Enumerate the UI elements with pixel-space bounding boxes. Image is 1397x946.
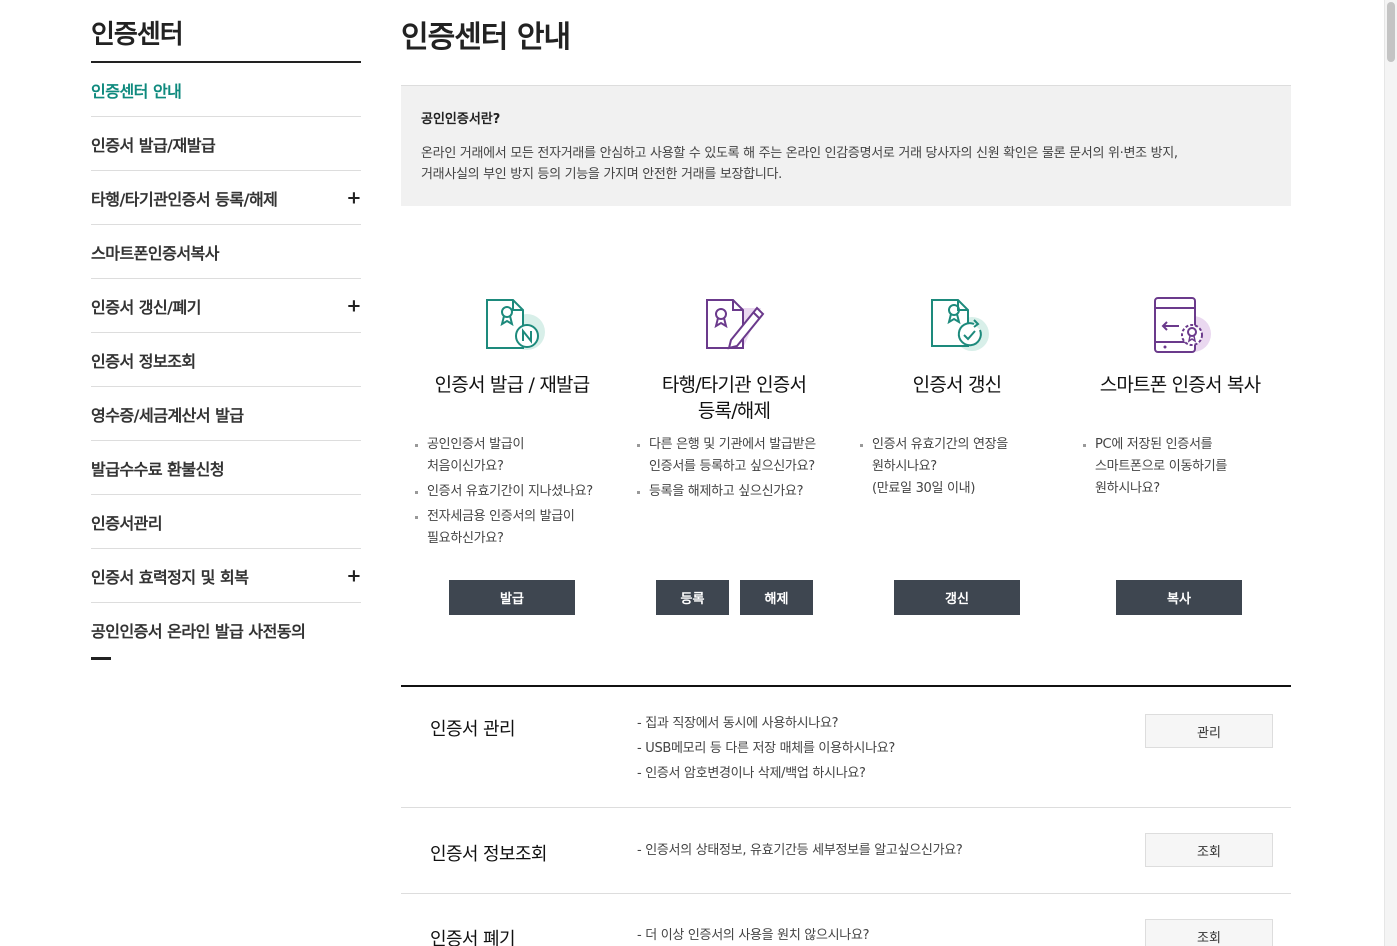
sidebar-item-other-bank-register[interactable]: 타행/타기관인증서 등록/해제 + — [91, 171, 361, 225]
list-item: - 더 이상 인증서의 사용을 원치 않으시나요? — [637, 928, 870, 943]
inquiry-button[interactable]: 조회 — [1145, 833, 1273, 867]
expand-plus-icon[interactable]: + — [346, 565, 361, 586]
service-list: 인증서 관리 - 집과 직장에서 동시에 사용하시나요? - USB메모리 등 … — [401, 685, 1291, 946]
row-lines: - 인증서의 상태정보, 유효기간등 세부정보를 알고싶으신가요? — [637, 838, 963, 863]
list-item: 전자세금용 인증서의 발급이 — [415, 506, 623, 528]
list-item: 원하시나요? — [872, 459, 937, 474]
card-title-line: 인증서 발급 / 재발급 — [434, 374, 591, 396]
sidebar-item-label: 공인인증서 온라인 발급 사전동의 — [91, 622, 306, 641]
info-desc-line: 거래사실의 부인 방지 등의 기능을 가지며 안전한 거래를 보장합니다. — [421, 167, 782, 182]
manage-button[interactable]: 관리 — [1145, 714, 1273, 748]
expand-plus-icon[interactable]: + — [346, 295, 361, 316]
row-lines: - 더 이상 인증서의 사용을 원치 않으시나요? — [637, 923, 870, 946]
list-item: 스마트폰으로 이동하기를 — [1095, 459, 1228, 474]
sidebar-item-receipt[interactable]: 영수증/세금계산서 발급 — [91, 387, 361, 441]
row-lines: - 집과 직장에서 동시에 사용하시나요? - USB메모리 등 다른 저장 매… — [637, 711, 895, 786]
list-item: (만료일 30일 이내) — [872, 481, 976, 496]
sidebar-item-prior-consent[interactable]: 공인인증서 온라인 발급 사전동의 — [91, 603, 361, 657]
list-item: 등록을 해제하고 싶으신가요? — [637, 481, 845, 503]
certificate-new-icon — [477, 290, 547, 360]
card-renew: 인증서 갱신 인증서 유효기간의 연장을 원하시나요? (만료일 30일 이내)… — [846, 290, 1068, 615]
row-title: 인증서 폐기 — [430, 929, 516, 946]
scrollbar-thumb[interactable] — [1387, 2, 1395, 62]
issue-button[interactable]: 발급 — [449, 580, 575, 615]
sidebar-item-suspend-recover[interactable]: 인증서 효력정지 및 회복 + — [91, 549, 361, 603]
list-item: 다른 은행 및 기관에서 발급받은 — [637, 434, 845, 456]
vertical-scrollbar[interactable] — [1384, 0, 1397, 946]
expand-plus-icon[interactable]: + — [346, 187, 361, 208]
register-button[interactable]: 등록 — [656, 580, 729, 615]
list-item: PC에 저장된 인증서를 — [1083, 434, 1291, 456]
card-bullet-list: 공인인증서 발급이 처음이신가요? 인증서 유효기간이 지나셨나요? 전자세금용… — [401, 434, 623, 550]
unregister-button[interactable]: 해제 — [740, 580, 813, 615]
row-revoke: 인증서 폐기 - 더 이상 인증서의 사용을 원치 않으시나요? 조회 — [401, 894, 1291, 946]
sidebar-item-refund[interactable]: 발급수수료 환불신청 — [91, 441, 361, 495]
revoke-inquiry-button[interactable]: 조회 — [1145, 919, 1273, 946]
list-item: - 인증서의 상태정보, 유효기간등 세부정보를 알고싶으신가요? — [637, 843, 963, 858]
sidebar-item-label: 영수증/세금계산서 발급 — [91, 405, 244, 425]
card-title: 스마트폰 인증서 복사 — [1069, 372, 1291, 424]
list-item: - 인증서 암호변경이나 삭제/백업 하시나요? — [637, 766, 866, 781]
card-bullet-list: 다른 은행 및 기관에서 발급받은 인증서를 등록하고 싶으신가요? 등록을 해… — [623, 434, 845, 503]
card-title-line: 등록/해제 — [697, 400, 771, 422]
card-title: 인증서 발급 / 재발급 — [401, 372, 623, 424]
list-item: 인증서 유효기간이 지나셨나요? — [415, 481, 623, 503]
service-cards: 인증서 발급 / 재발급 공인인증서 발급이 처음이신가요? 인증서 유효기간이… — [401, 290, 1291, 630]
card-title-line: 스마트폰 인증서 복사 — [1099, 374, 1261, 396]
card-title-line: 인증서 갱신 — [912, 374, 1002, 396]
certificate-renew-icon — [922, 290, 992, 360]
sidebar-item-smartphone-copy[interactable]: 스마트폰인증서복사 — [91, 225, 361, 279]
card-smartphone-copy: 스마트폰 인증서 복사 PC에 저장된 인증서를 스마트폰으로 이동하기를 원하… — [1069, 290, 1291, 615]
sidebar-item-cert-manage[interactable]: 인증서관리 — [91, 495, 361, 549]
list-item: 원하시나요? — [1095, 481, 1160, 496]
smartphone-copy-icon — [1145, 290, 1215, 360]
card-title: 타행/타기관 인증서 등록/해제 — [623, 372, 845, 424]
row-cert-manage: 인증서 관리 - 집과 직장에서 동시에 사용하시나요? - USB메모리 등 … — [401, 687, 1291, 808]
card-title: 인증서 갱신 — [846, 372, 1068, 424]
sidebar-item-label: 스마트폰인증서복사 — [91, 243, 219, 263]
main-content: 인증센터 안내 공인인증서란? 온라인 거래에서 모든 전자거래를 안심하고 사… — [401, 0, 1291, 946]
info-desc-line: 온라인 거래에서 모든 전자거래를 안심하고 사용할 수 있도록 해 주는 온라… — [421, 146, 1178, 161]
info-box: 공인인증서란? 온라인 거래에서 모든 전자거래를 안심하고 사용할 수 있도록… — [401, 85, 1291, 206]
card-issue: 인증서 발급 / 재발급 공인인증서 발급이 처음이신가요? 인증서 유효기간이… — [401, 290, 623, 615]
list-item: 처음이신가요? — [427, 459, 504, 474]
card-bullet-list: PC에 저장된 인증서를 스마트폰으로 이동하기를 원하시나요? — [1069, 434, 1291, 500]
sidebar-item-label: 인증서관리 — [91, 513, 163, 533]
row-title: 인증서 관리 — [430, 719, 516, 740]
sidebar-item-label: 인증서 갱신/폐기 — [91, 297, 201, 317]
sidebar: 인증센터 인증센터 안내 인증서 발급/재발급 타행/타기관인증서 등록/해제 +… — [91, 0, 361, 660]
card-bullet-list: 인증서 유효기간의 연장을 원하시나요? (만료일 30일 이내) — [846, 434, 1068, 500]
list-item: 인증서를 등록하고 싶으신가요? — [649, 459, 815, 474]
list-item: - 집과 직장에서 동시에 사용하시나요? — [637, 716, 839, 731]
sidebar-item-label: 인증서 효력정지 및 회복 — [91, 567, 249, 587]
sidebar-title: 인증센터 — [91, 0, 361, 63]
list-item: 필요하신가요? — [427, 531, 504, 546]
sidebar-end-marker — [91, 657, 111, 660]
renew-button[interactable]: 갱신 — [894, 580, 1020, 615]
info-question: 공인인증서란? — [421, 112, 501, 127]
page-title: 인증센터 안내 — [401, 20, 571, 55]
sidebar-item-label: 타행/타기관인증서 등록/해제 — [91, 189, 278, 209]
certificate-edit-icon — [699, 290, 769, 360]
sidebar-item-cert-center-guide[interactable]: 인증센터 안내 — [91, 63, 361, 117]
sidebar-item-label: 인증서 발급/재발급 — [91, 135, 216, 155]
list-item: 공인인증서 발급이 — [415, 434, 623, 456]
sidebar-item-label: 인증서 정보조회 — [91, 351, 196, 371]
sidebar-item-label: 인증센터 안내 — [91, 81, 182, 101]
card-register: 타행/타기관 인증서 등록/해제 다른 은행 및 기관에서 발급받은 인증서를 … — [623, 290, 845, 615]
card-title-line: 타행/타기관 인증서 — [661, 374, 807, 396]
copy-button[interactable]: 복사 — [1116, 580, 1242, 615]
row-info-inquiry: 인증서 정보조회 - 인증서의 상태정보, 유효기간등 세부정보를 알고싶으신가… — [401, 808, 1291, 894]
row-title: 인증서 정보조회 — [430, 844, 547, 865]
list-item: - USB메모리 등 다른 저장 매체를 이용하시나요? — [637, 741, 895, 756]
sidebar-item-label: 발급수수료 환불신청 — [91, 459, 225, 479]
list-item: 인증서 유효기간의 연장을 — [860, 434, 1068, 456]
sidebar-item-info-inquiry[interactable]: 인증서 정보조회 — [91, 333, 361, 387]
sidebar-item-issue[interactable]: 인증서 발급/재발급 — [91, 117, 361, 171]
sidebar-item-renew-revoke[interactable]: 인증서 갱신/폐기 + — [91, 279, 361, 333]
